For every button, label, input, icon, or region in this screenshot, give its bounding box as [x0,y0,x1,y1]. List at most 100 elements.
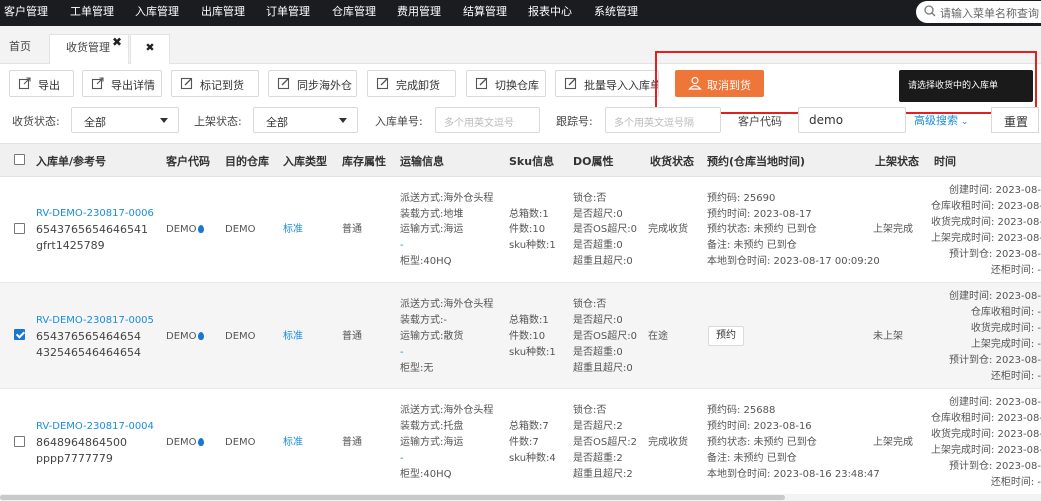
reference-2: gfrt1425789 [36,239,105,252]
receive-status-select[interactable]: 全部 [71,107,179,133]
chevron-down-icon: ⌄ [958,117,969,127]
transport-line: 运输方式:散货 [400,331,464,342]
time-line: 收货完成时间: 2023-08- [931,429,1041,440]
shelf-status-cell: 未上架 [873,331,903,342]
inbound-id-link[interactable]: RV-DEMO-230817-0005 [36,314,154,327]
inbound-type-link[interactable]: 标准 [283,223,303,236]
tab-close-all[interactable]: ✖ [130,34,170,64]
shelf-status-cell: 上架完成 [873,437,913,448]
inbound-no-label: 入库单号: [375,115,423,128]
reference-1: 8648964864500 [36,436,127,449]
reset-button[interactable]: 重置 [991,107,1039,133]
stock-attr-cell: 普通 [342,224,362,235]
cancel-arrival-label: 取消到货 [707,79,751,92]
table-row[interactable]: RV-DEMO-230817-0006 6543765654646541 gfr… [0,177,1041,283]
reserve-button[interactable]: 预约 [708,326,744,346]
nav-fee-management[interactable]: 费用管理 [397,0,441,26]
mark-arrived-button[interactable]: 标记到货 [171,70,259,97]
select-all-checkbox[interactable] [14,154,25,165]
col-sku: Sku信息 [509,155,555,168]
reservation-line: 预约状态: 未预约 已到仓 [707,437,817,448]
shelf-status-select[interactable]: 全部 [253,107,358,133]
export-details-button[interactable]: 导出详情 [82,70,162,97]
do-line: 是否超重:0 [573,240,623,251]
nav-settlement-management[interactable]: 结算管理 [463,0,507,26]
warehouse-cell: DEMO [225,437,256,448]
horizontal-scrollbar[interactable] [0,494,1041,501]
nav-inbound-management[interactable]: 入库管理 [135,0,179,26]
nav-system-management[interactable]: 系统管理 [594,0,638,26]
col-do-attr: DO属性 [573,155,614,168]
time-line: 收货完成时间: 2023-08- [931,217,1041,228]
close-icon[interactable]: ✖ [112,36,122,48]
transport-line: 派送方式:海外仓头程 [400,193,494,204]
nav-report-center[interactable]: 报表中心 [528,0,572,26]
menu-search-placeholder: 请输入菜单名称查询 [940,7,1039,20]
switch-warehouse-button[interactable]: 切换仓库 [466,70,546,97]
row-checkbox[interactable] [14,223,25,234]
shelf-status-value: 全部 [266,116,288,129]
do-line: 锁仓:否 [573,299,607,310]
reference-1: 654376565464654 [36,330,141,343]
user-icon [688,76,702,93]
row-checkbox[interactable] [14,329,25,340]
row-checkbox[interactable] [14,436,25,447]
time-line: 创建时间: 2023-08- [949,397,1041,408]
sku-line: 总箱数:1 [509,209,549,220]
inbound-no-input[interactable]: 多个用英文逗号 [435,107,540,133]
customer-code-text: DEMO [166,331,197,342]
sku-line: sku种数:1 [509,347,556,358]
tab-home[interactable]: 首页 [0,34,48,64]
tab-receiving-management[interactable]: 收货管理 ✖ [49,34,129,64]
time-line: 上架完成时间: - [970,339,1041,350]
inbound-no-placeholder: 多个用英文逗号 [444,118,514,129]
nav-warehouse-management[interactable]: 仓库管理 [332,0,376,26]
inbound-id-link[interactable]: RV-DEMO-230817-0004 [36,420,154,433]
do-line: 超重且超尺:0 [573,363,633,374]
cancel-arrival-button[interactable]: 取消到货 [675,70,764,97]
time-line: 上架完成时间: 2023-08- [931,233,1041,244]
table-header: 入库单/参考号 客户代码 目的仓库 入库类型 库存属性 运输信息 Sku信息 D… [0,143,1041,177]
menu-search-input[interactable]: 请输入菜单名称查询 [916,1,1041,23]
time-line: 创建时间: 2023-08- [949,291,1041,302]
close-all-icon: ✖ [145,41,155,54]
time-line: 预计到仓: 2023-08- [949,249,1041,260]
inbound-id-link[interactable]: RV-DEMO-230817-0006 [36,207,154,220]
sku-line: 总箱数:7 [509,421,549,432]
receive-status-value: 全部 [84,116,106,129]
advanced-search-link[interactable]: 高级搜索 ⌄ [914,112,968,128]
mark-arrived-label: 标记到货 [200,79,244,92]
caret-down-icon [160,118,168,123]
nav-outbound-management[interactable]: 出库管理 [201,0,245,26]
nav-customer-management[interactable]: 客户管理 [4,0,48,26]
sync-overseas-button[interactable]: 同步海外仓 [268,70,357,97]
customer-code-text: DEMO [166,437,197,448]
col-customer-code: 客户代码 [166,155,210,168]
time-line: 预计到仓: 2023-08- [949,461,1041,472]
export-button[interactable]: 导出 [9,70,74,97]
transport-line: 派送方式:海外仓头程 [400,405,494,416]
do-line: 超重且超尺:0 [573,256,633,267]
shelf-status-cell: 上架完成 [873,224,913,235]
receive-status-cell: 完成收货 [648,224,688,235]
table-row[interactable]: RV-DEMO-230817-0005 654376565464654 4325… [0,283,1041,389]
inbound-type-link[interactable]: 标准 [283,436,303,449]
warehouse-cell: DEMO [225,331,256,342]
tracking-input[interactable]: 多个用英文逗号隔 [605,107,721,133]
time-line: 还柜时间: - [990,265,1041,276]
finish-unloading-button[interactable]: 完成卸货 [367,70,456,97]
do-line: 是否OS超尺:0 [573,331,637,342]
scrollbar-thumb[interactable] [0,495,785,500]
transport-line: 装载方式:地堆 [400,209,464,220]
edit-icon [475,76,489,93]
do-line: 是否超尺:0 [573,315,623,326]
customer-code-input[interactable]: demo [798,107,906,133]
reservation-line: 备注: 未预约 已到仓 [707,240,797,251]
batch-import-button[interactable]: 批量导入入库单 [555,70,659,97]
table-row[interactable]: RV-DEMO-230817-0004 8648964864500 pppp77… [0,389,1041,501]
do-line: 锁仓:否 [573,193,607,204]
nav-ticket-management[interactable]: 工单管理 [70,0,114,26]
inbound-type-link[interactable]: 标准 [283,330,303,343]
reservation-line: 预约时间: 2023-08-17 [707,209,812,220]
nav-order-management[interactable]: 订单管理 [266,0,310,26]
